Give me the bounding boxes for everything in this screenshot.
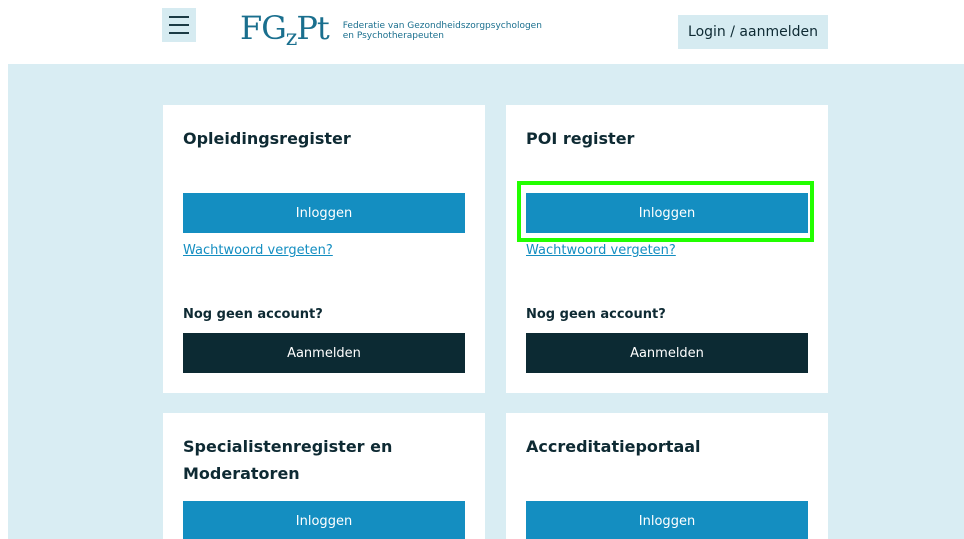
register-button[interactable]: Aanmelden — [526, 333, 808, 373]
forgot-password-link[interactable]: Wachtwoord vergeten? — [183, 243, 333, 258]
site-header: FGzPt Federatie van Gezondheidszorgpsych… — [0, 0, 964, 64]
card-title-line-1: Specialistenregister en — [183, 437, 393, 456]
no-account-label: Nog geen account? — [526, 307, 666, 322]
login-button[interactable]: Inloggen — [183, 501, 465, 539]
card-opleidingsregister: Opleidingsregister Inloggen Wachtwoord v… — [163, 105, 485, 393]
login-button[interactable]: Inloggen — [526, 501, 808, 539]
card-accreditatieportaal: Accreditatieportaal Inloggen — [506, 413, 828, 539]
main-content: Opleidingsregister Inloggen Wachtwoord v… — [8, 64, 964, 539]
logo-line-1: Federatie van Gezondheidszorgpsychologen — [342, 20, 542, 31]
hamburger-menu-button[interactable] — [162, 8, 196, 42]
card-specialistenregister: Specialistenregister en Moderatoren Inlo… — [163, 413, 485, 539]
login-register-button[interactable]: Login / aanmelden — [678, 15, 828, 49]
login-button[interactable]: Inloggen — [183, 193, 465, 233]
logo-line-2: en Psychotherapeuten — [342, 30, 445, 41]
card-title: Opleidingsregister — [183, 129, 351, 148]
card-title: Accreditatieportaal — [526, 437, 701, 456]
menu-line — [169, 16, 189, 18]
card-title: POI register — [526, 129, 635, 148]
forgot-password-link[interactable]: Wachtwoord vergeten? — [526, 243, 676, 258]
logo[interactable]: FGzPt Federatie van Gezondheidszorgpsych… — [240, 10, 542, 51]
login-button[interactable]: Inloggen — [526, 193, 808, 233]
no-account-label: Nog geen account? — [183, 307, 323, 322]
card-poi-register: POI register Inloggen Wachtwoord vergete… — [506, 105, 828, 393]
menu-line — [169, 24, 189, 26]
card-title-line-2: Moderatoren — [183, 464, 300, 483]
logo-mark: FGzPt — [240, 9, 330, 51]
logo-text: Federatie van Gezondheidszorgpsychologen… — [343, 21, 542, 41]
register-button[interactable]: Aanmelden — [183, 333, 465, 373]
menu-line — [169, 32, 189, 34]
